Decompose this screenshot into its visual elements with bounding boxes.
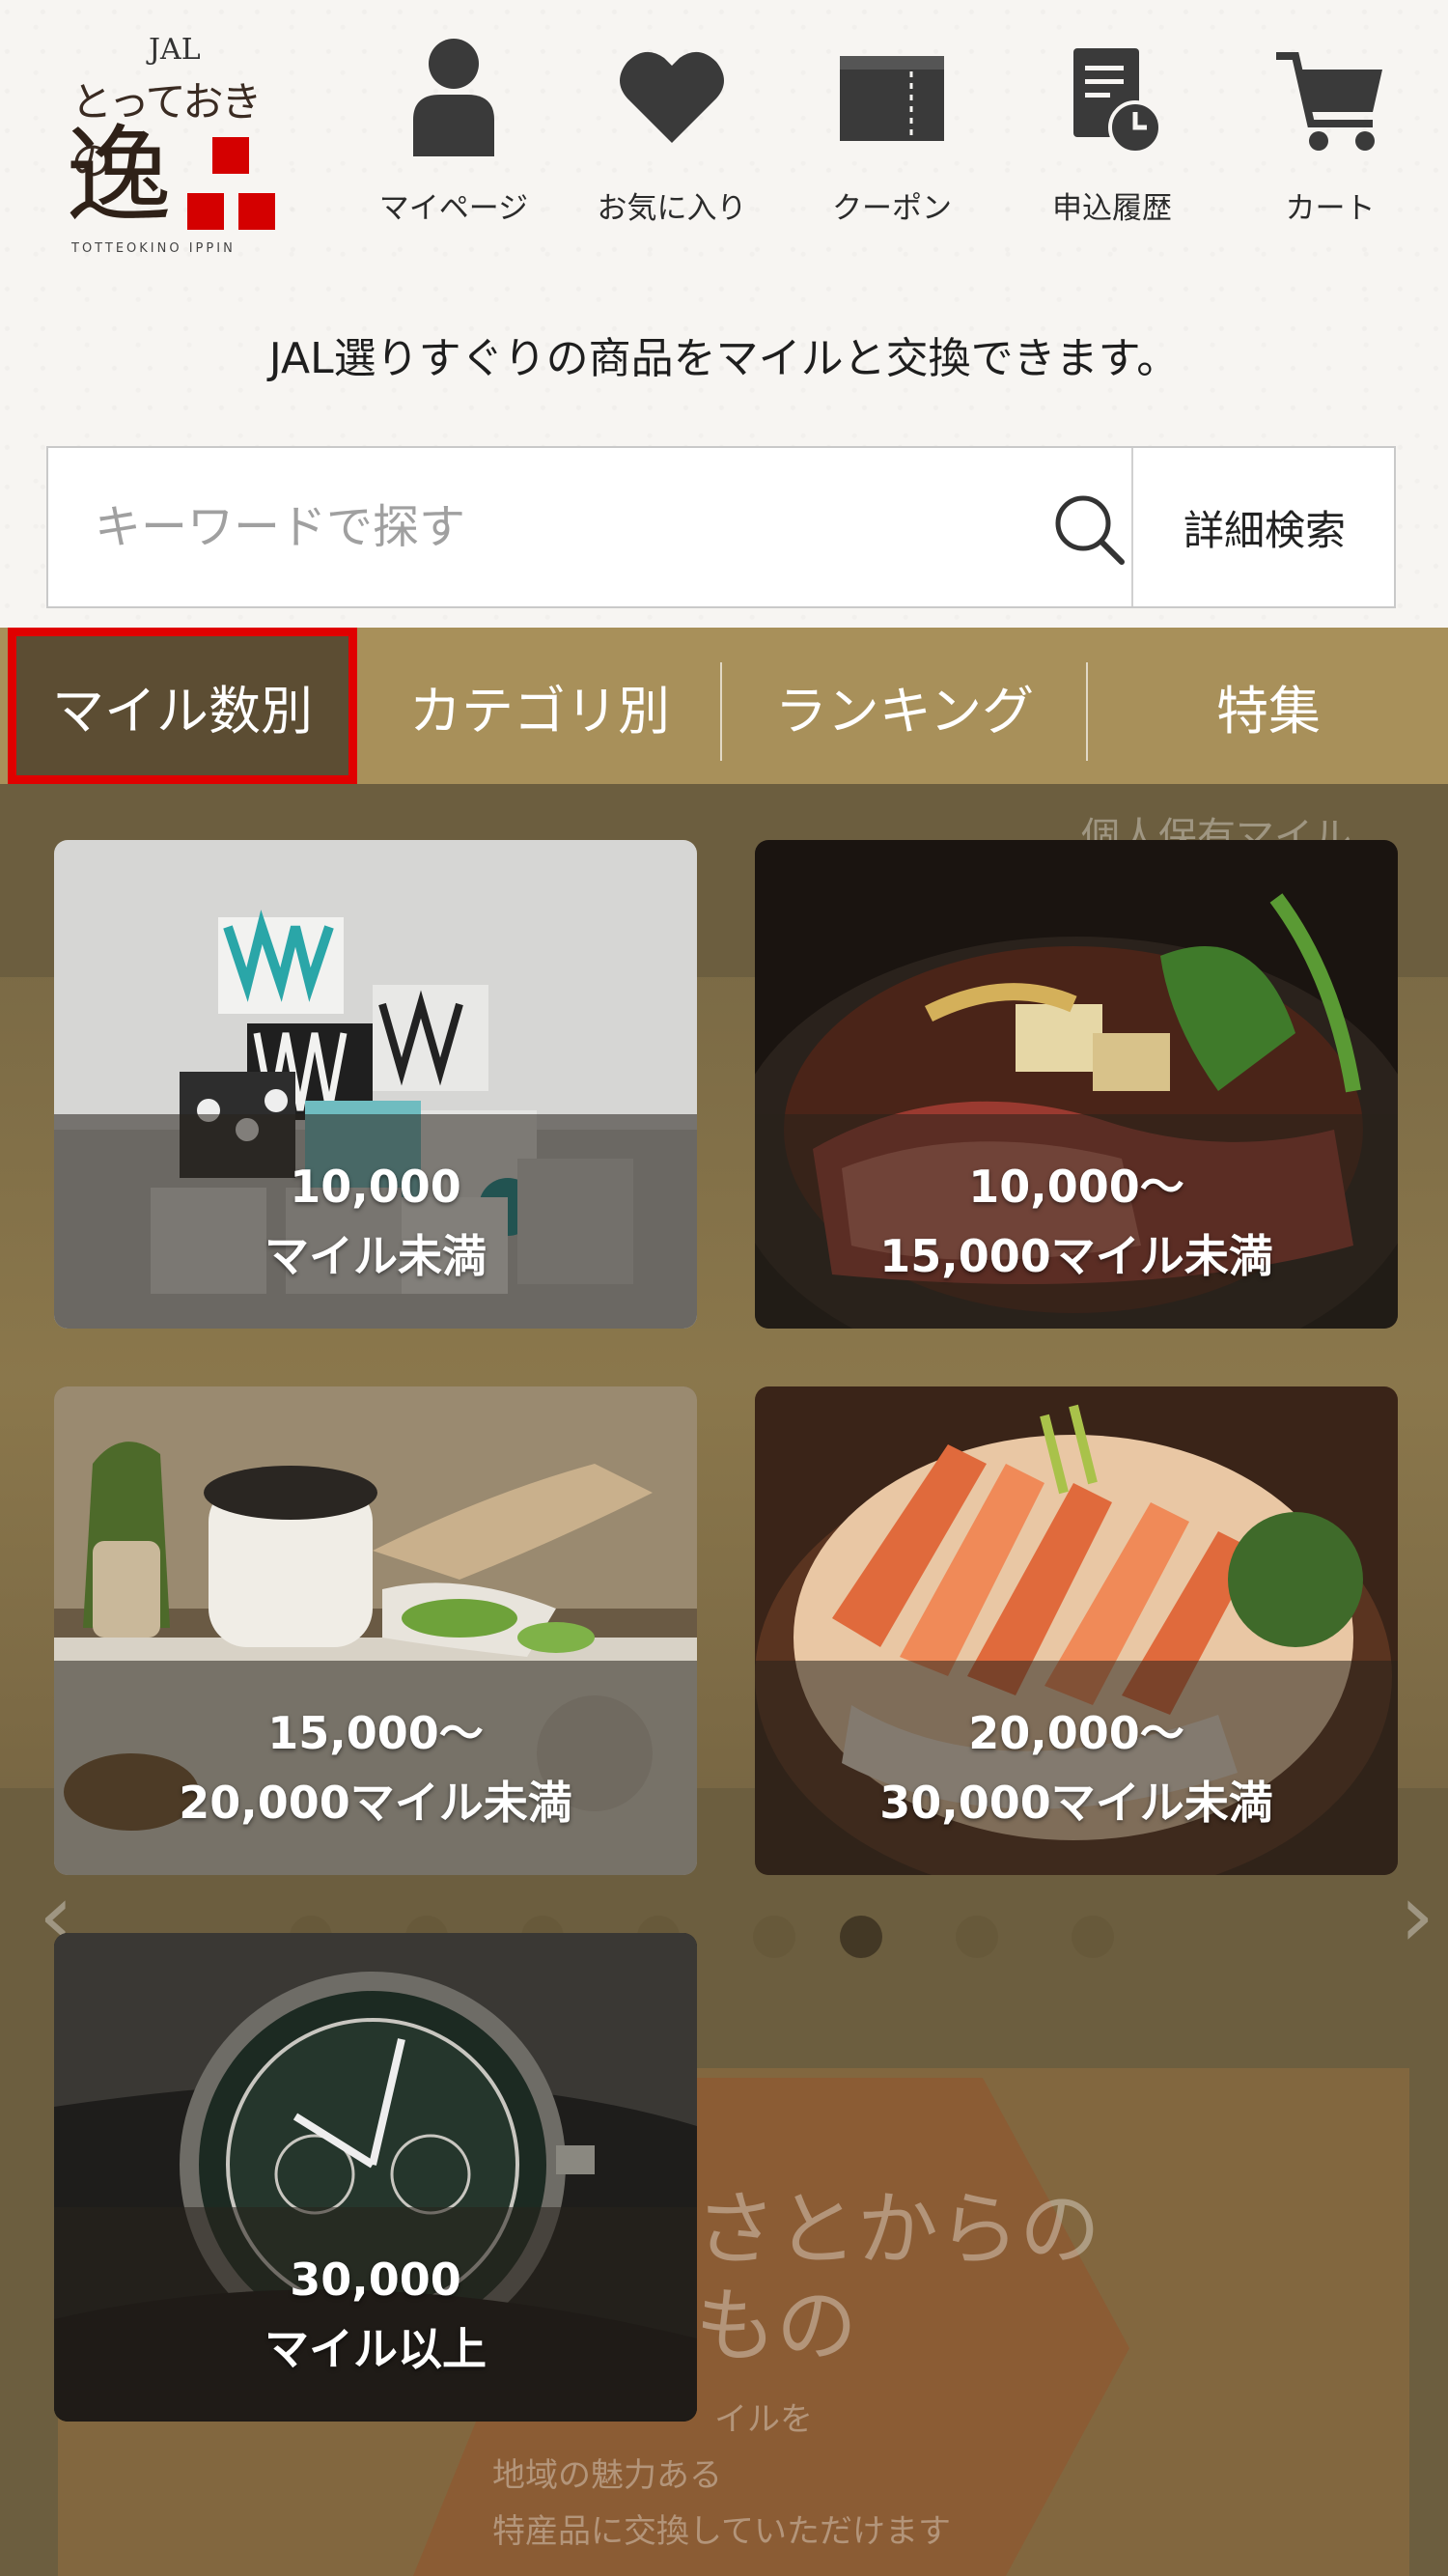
mile-range-label: 20,000～ 30,000マイル未満 xyxy=(755,1661,1398,1875)
logo-jal-text: JAL xyxy=(149,33,201,67)
nav-label: お気に入り xyxy=(597,191,747,226)
tab-divider xyxy=(1086,662,1088,761)
mile-range-panel: 個人保有マイル ‹ › さとからの もの イルを 地域の魅力ある 特産品に交換し… xyxy=(0,784,1448,2576)
tab-ranking[interactable]: ランキング xyxy=(724,628,1085,784)
mile-range-card[interactable]: 10,000 マイル未満 xyxy=(54,840,697,1329)
mile-range-line2: 30,000マイル未満 xyxy=(879,1777,1273,1829)
nav-history[interactable]: 申込履歴 xyxy=(1016,29,1209,232)
background-banner-text: イルを xyxy=(714,2400,813,2439)
search-icon[interactable] xyxy=(1050,490,1128,568)
mile-range-label: 15,000～ 20,000マイル未満 xyxy=(54,1661,697,1875)
heart-icon xyxy=(620,51,724,143)
search-bar: 詳細検索 xyxy=(46,446,1396,608)
coupon-icon xyxy=(840,56,944,141)
mile-range-line2: 15,000マイル未満 xyxy=(879,1230,1273,1282)
mile-range-line1: 30,000 xyxy=(290,2254,461,2306)
logo-red-square xyxy=(212,137,249,174)
logo-red-square xyxy=(187,193,224,230)
mile-range-card[interactable]: 20,000～ 30,000マイル未満 xyxy=(755,1386,1398,1875)
person-icon xyxy=(413,39,494,156)
mile-range-line1: 20,000～ xyxy=(968,1707,1184,1759)
site-logo[interactable]: JAL とっておきの 逸 TOTTEOKINO IPPIN xyxy=(60,31,292,263)
carousel-dot[interactable] xyxy=(753,1916,795,1958)
carousel-dot-active[interactable] xyxy=(840,1916,882,1958)
mile-range-line1: 15,000～ xyxy=(267,1707,484,1759)
site-header: JAL とっておきの 逸 TOTTEOKINO IPPIN マイページ お気に入… xyxy=(0,0,1448,628)
mile-range-line2: マイル未満 xyxy=(265,1230,487,1282)
background-banner-text: もの xyxy=(695,2279,858,2373)
cart-icon xyxy=(1276,52,1382,151)
nav-label: マイページ xyxy=(378,191,529,226)
nav-label: 申込履歴 xyxy=(1052,191,1172,226)
logo-red-square xyxy=(238,193,275,230)
nav-label: クーポン xyxy=(832,191,952,226)
site-tagline: JAL選りすぐりの商品をマイルと交換できます。 xyxy=(268,334,1180,383)
nav-label: カート xyxy=(1285,191,1376,226)
background-banner-text: 地域の魅力ある xyxy=(492,2456,722,2495)
nav-cart[interactable]: カート xyxy=(1234,29,1427,232)
mile-range-line1: 10,000 xyxy=(290,1161,461,1213)
logo-kanji: 逸 xyxy=(66,114,172,238)
tab-by-miles[interactable]: マイル数別 xyxy=(8,628,357,784)
search-input[interactable] xyxy=(48,448,1129,606)
mile-range-line1: 10,000～ xyxy=(968,1161,1184,1213)
mile-range-label: 30,000 マイル以上 xyxy=(54,2207,697,2422)
carousel-next-icon[interactable]: › xyxy=(1400,1865,1434,1967)
mile-range-line2: 20,000マイル未満 xyxy=(179,1777,572,1829)
mile-range-line2: マイル以上 xyxy=(265,2323,487,2375)
mile-range-card[interactable]: 15,000～ 20,000マイル未満 xyxy=(54,1386,697,1875)
category-tabs: マイル数別 カテゴリ別 ランキング 特集 xyxy=(0,628,1448,784)
background-banner-text: 特産品に交換していただけます xyxy=(492,2512,951,2551)
nav-coupon[interactable]: クーポン xyxy=(795,29,989,232)
history-icon xyxy=(1073,48,1162,154)
logo-romaji: TOTTEOKINO IPPIN xyxy=(71,241,236,256)
carousel-dot[interactable] xyxy=(956,1916,998,1958)
tab-divider xyxy=(720,662,722,761)
nav-favorites[interactable]: お気に入り xyxy=(575,29,768,232)
mile-range-label: 10,000～ 15,000マイル未満 xyxy=(755,1114,1398,1329)
tab-feature[interactable]: 特集 xyxy=(1089,628,1448,784)
mile-range-label: 10,000 マイル未満 xyxy=(54,1114,697,1329)
advanced-search-button[interactable]: 詳細検索 xyxy=(1133,448,1396,606)
carousel-dot[interactable] xyxy=(1072,1916,1114,1958)
tab-by-category[interactable]: カテゴリ別 xyxy=(361,628,718,784)
nav-mypage[interactable]: マイページ xyxy=(357,29,550,232)
header-nav: マイページ お気に入り クーポン 申込履歴 カート xyxy=(348,29,1429,232)
mile-range-card[interactable]: 10,000～ 15,000マイル未満 xyxy=(755,840,1398,1329)
mile-range-card[interactable]: 30,000 マイル以上 xyxy=(54,1933,697,2422)
